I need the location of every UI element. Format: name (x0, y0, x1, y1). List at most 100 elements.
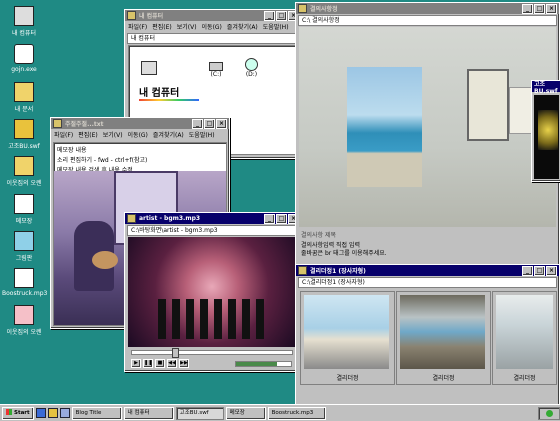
desktop-icon-label: 내 컴퓨터 (12, 30, 36, 37)
task-notepad[interactable]: 메모장 (225, 406, 266, 420)
minimize-button[interactable]: _ (522, 266, 533, 276)
guitar-shape (92, 251, 118, 269)
thumb-image (400, 295, 485, 369)
note-line: 메모장 내용 (57, 147, 87, 154)
thumb-image (496, 295, 553, 369)
rewind-button[interactable]: ◀◀ (167, 359, 177, 368)
seek-bar[interactable] (131, 348, 293, 358)
swf-content (534, 95, 559, 179)
explorer-text: 줄바꿈은 br 태그를 이용해주세요. (301, 250, 387, 257)
media-icon (14, 119, 34, 139)
notice-board (467, 69, 509, 141)
menu-file[interactable]: 파일(F) (54, 130, 73, 139)
desktop-icon-folder-2[interactable]: 이웃집의 오렌 (2, 156, 46, 187)
close-button[interactable]: × (546, 266, 557, 276)
menu-go[interactable]: 이동(G) (202, 22, 222, 31)
task-my-computer[interactable]: 내 컴퓨터 (123, 406, 174, 420)
address-bar[interactable]: C:\바탕화면\artist - bgm3.mp3 (127, 225, 299, 236)
drive-label: (C:) (210, 71, 222, 78)
desktop-icon-app-2[interactable]: 이웃집의 오렌 (2, 305, 46, 336)
volume-slider[interactable] (235, 361, 292, 367)
window-title: 결의사항정 (310, 6, 338, 13)
window-title: artist - bgm3.mp3 (139, 215, 201, 222)
desktop-icon-notepad[interactable]: 메모장 (2, 194, 46, 225)
explorer-window: 결의사항정 _ □ × C:\ 결의사항정 결의사항 제목 결의사항입력 직접 … (295, 2, 560, 269)
menu-view[interactable]: 보기(V) (177, 22, 197, 31)
window-title: 내 컴퓨터 (139, 13, 164, 20)
forward-button[interactable]: ▶▶ (179, 359, 189, 368)
windows-logo-icon (6, 408, 12, 415)
swf-titlebar[interactable]: 고조BU.swf (532, 80, 560, 95)
minimize-button[interactable]: _ (264, 11, 275, 21)
maximize-button[interactable]: □ (534, 266, 545, 276)
close-button[interactable]: × (546, 4, 557, 14)
menu-favorites[interactable]: 즐겨찾기(A) (227, 22, 258, 31)
address-bar[interactable]: C:\ 결의사항정 (298, 15, 557, 26)
task-blog-title[interactable]: Blog Title (71, 406, 122, 420)
desktop-icon-my-documents[interactable]: 내 문서 (2, 82, 46, 113)
minimize-button[interactable]: _ (192, 119, 203, 129)
thumb-label: 결리더정 (513, 375, 536, 382)
quicklaunch-icon[interactable] (35, 408, 46, 418)
minimize-button[interactable]: _ (264, 214, 275, 224)
desktop-icon-paint[interactable]: 그림판 (2, 231, 46, 262)
maximize-button[interactable]: □ (276, 214, 287, 224)
quicklaunch-icon[interactable] (59, 408, 70, 418)
task-mp3[interactable]: Boostruck.mp3 (267, 406, 326, 420)
task-swf[interactable]: 고조BU.swf (175, 406, 224, 420)
drive-d[interactable]: (D:) (245, 58, 258, 78)
player-titlebar[interactable]: artist - bgm3.mp3 _ □ × (125, 213, 301, 224)
menu-file[interactable]: 파일(F) (128, 22, 147, 31)
desktop-icon-my-computer[interactable]: 내 컴퓨터 (2, 6, 46, 37)
menu-bar: 파일(F) 편집(E) 보기(V) 이동(G) 즐겨찾기(A) 도움말(H) (51, 129, 229, 140)
explorer-titlebar[interactable]: 결의사항정 _ □ × (296, 3, 559, 14)
address-bar[interactable]: C:\결리더정1 (장사자형) (298, 277, 557, 288)
desktop-icon-swf[interactable]: 고조BU.swf (2, 119, 46, 150)
audio-icon (14, 268, 34, 288)
app-icon (14, 44, 34, 64)
computer-icon (141, 61, 157, 75)
start-button[interactable]: Start (2, 406, 34, 420)
menu-help[interactable]: 도움말(H) (263, 22, 289, 31)
quicklaunch-icon[interactable] (47, 408, 58, 418)
album-art (128, 237, 296, 347)
thumb-label: 결리더정 (336, 375, 359, 382)
start-label: Start (14, 409, 30, 416)
cd-icon (245, 58, 258, 71)
menu-edit[interactable]: 편집(E) (152, 22, 172, 31)
play-button[interactable]: ▶ (131, 359, 141, 368)
desktop-icon-label: 이웃집의 오렌 (6, 180, 42, 187)
seek-handle[interactable] (172, 348, 179, 358)
desktop-icon-gojn[interactable]: gojn.exe (2, 44, 46, 73)
my-computer-titlebar[interactable]: 내 컴퓨터 _ □ × (125, 10, 301, 21)
tray-icon[interactable] (545, 409, 553, 417)
desktop-icon-mp3[interactable]: Boostruck.mp3 (2, 268, 47, 297)
drive-c[interactable]: (C:) (209, 62, 223, 78)
maximize-button[interactable]: □ (534, 4, 545, 14)
gallery-thumb[interactable]: 결리더정 (396, 291, 491, 385)
maximize-button[interactable]: □ (204, 119, 215, 129)
stop-button[interactable]: ■ (155, 359, 165, 368)
heading-divider (139, 99, 199, 101)
gallery-titlebar[interactable]: 결리더정1 (장사자형) _ □ × (296, 265, 559, 276)
doorway-sea-view (347, 67, 422, 187)
player-controls: ▶ ❚❚ ■ ◀◀ ▶▶ (131, 359, 189, 368)
gallery-thumb[interactable]: 결리더정 (492, 291, 557, 385)
thumb-label: 결리더정 (432, 375, 455, 382)
app-icon (14, 305, 34, 325)
minimize-button[interactable]: _ (522, 4, 533, 14)
close-button[interactable]: × (216, 119, 227, 129)
menu-view[interactable]: 보기(V) (103, 130, 123, 139)
menu-go[interactable]: 이동(G) (128, 130, 148, 139)
menu-favorites[interactable]: 즐겨찾기(A) (153, 130, 184, 139)
menu-edit[interactable]: 편집(E) (78, 130, 98, 139)
maximize-button[interactable]: □ (276, 11, 287, 21)
swf-graphic (538, 110, 558, 150)
notepad-titlebar[interactable]: 주절주절...txt _ □ × (51, 118, 229, 129)
menu-help[interactable]: 도움말(H) (189, 130, 215, 139)
folder-icon (298, 4, 307, 13)
pause-button[interactable]: ❚❚ (143, 359, 153, 368)
window-title: 고조BU.swf (534, 80, 558, 95)
gallery-thumb[interactable]: 결리더정 (300, 291, 395, 385)
address-bar[interactable]: 내 컴퓨터 (127, 33, 299, 44)
